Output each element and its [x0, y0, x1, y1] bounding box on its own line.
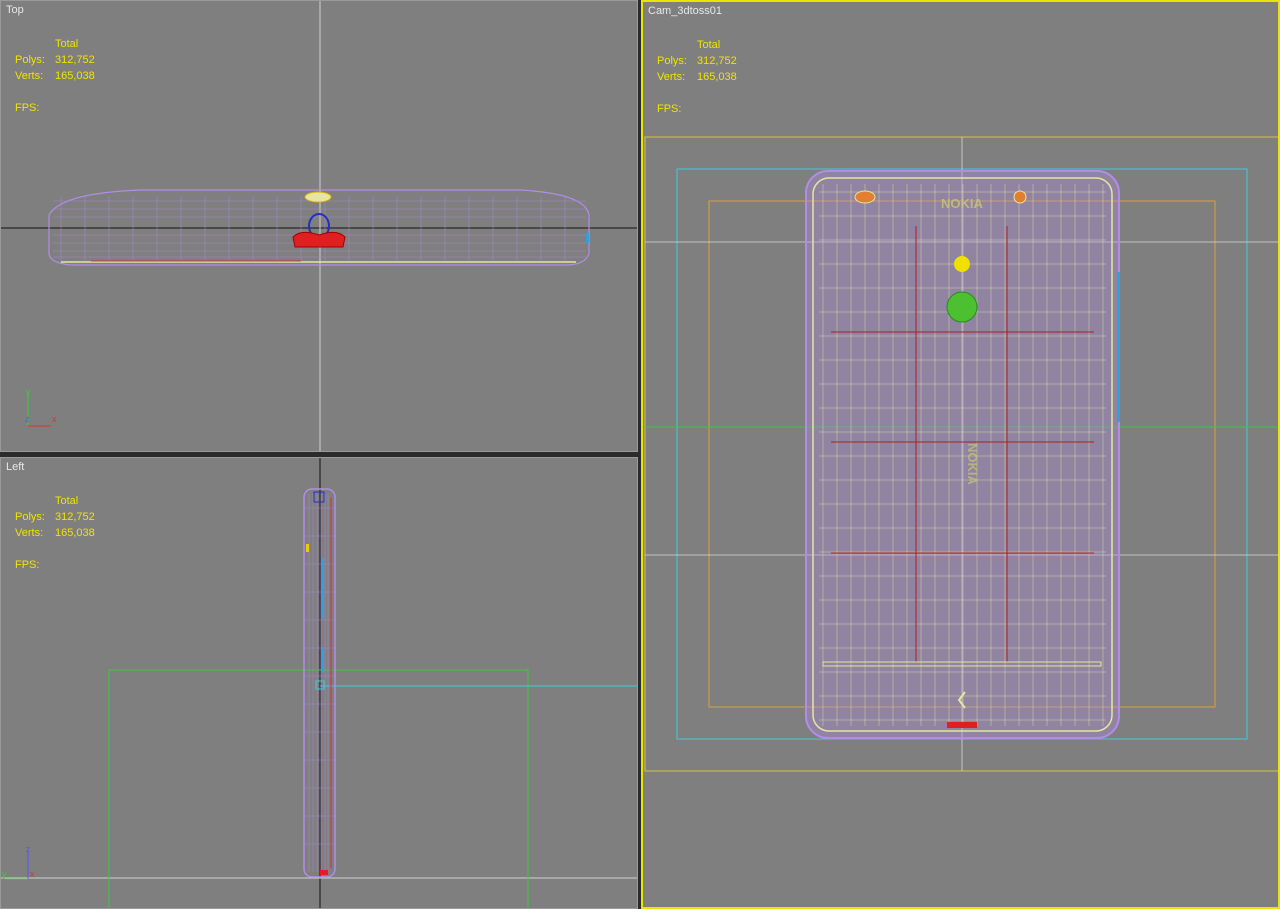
polys-label: Polys: — [15, 511, 45, 523]
verts-label: Verts: — [15, 527, 44, 539]
polys-value: 312,752 — [55, 511, 95, 523]
stats-header: Total — [55, 38, 79, 50]
verts-value: 165,038 — [697, 71, 737, 83]
verts-label: Verts: — [657, 71, 686, 83]
fps-label: FPS: — [15, 102, 40, 114]
fps-label: FPS: — [657, 103, 682, 115]
top-scene — [1, 1, 637, 451]
axis-z-label: z — [26, 844, 31, 854]
axis-tripod: z y x — [2, 844, 35, 880]
left-viewport[interactable]: Left Total Polys: 312,752 Verts: 165,038 F… — [0, 457, 638, 909]
stats-header: Total — [697, 39, 721, 51]
axis-y-label: y — [26, 387, 31, 397]
fps-label: FPS: — [15, 559, 40, 571]
polys-value: 312,752 — [697, 55, 737, 67]
axis-z-label: z — [25, 414, 30, 424]
phone-wireframe-front: NOKIA NOKIA — [805, 170, 1120, 739]
camera-scene: NOKIA NOKIA — [644, 136, 1278, 772]
brand-logo-top: NOKIA — [941, 196, 984, 211]
polys-label: Polys: — [15, 54, 45, 66]
verts-label: Verts: — [15, 70, 44, 82]
brand-logo-back: NOKIA — [965, 443, 980, 486]
axis-tripod: y z x — [25, 387, 57, 427]
viewport-label[interactable]: Left — [6, 461, 24, 473]
left-scene — [1, 458, 637, 908]
camera-target-box — [108, 669, 529, 908]
axis-y-label: y — [2, 869, 7, 879]
axis-x-label: x — [52, 414, 57, 424]
stats-header: Total — [55, 495, 79, 507]
verts-value: 165,038 — [55, 70, 95, 82]
axis-x-label: x — [30, 869, 35, 879]
camera-viewport[interactable]: Cam_3dtoss01 Total Polys: 312,752 Verts: 1… — [641, 0, 1280, 909]
polys-value: 312,752 — [55, 54, 95, 66]
top-viewport[interactable]: Top Total Polys: 312,752 Verts: 165,038 FP… — [0, 0, 638, 452]
viewport-label[interactable]: Top — [6, 4, 24, 16]
viewport-label[interactable]: Cam_3dtoss01 — [648, 5, 722, 17]
verts-value: 165,038 — [55, 527, 95, 539]
polys-label: Polys: — [657, 55, 687, 67]
